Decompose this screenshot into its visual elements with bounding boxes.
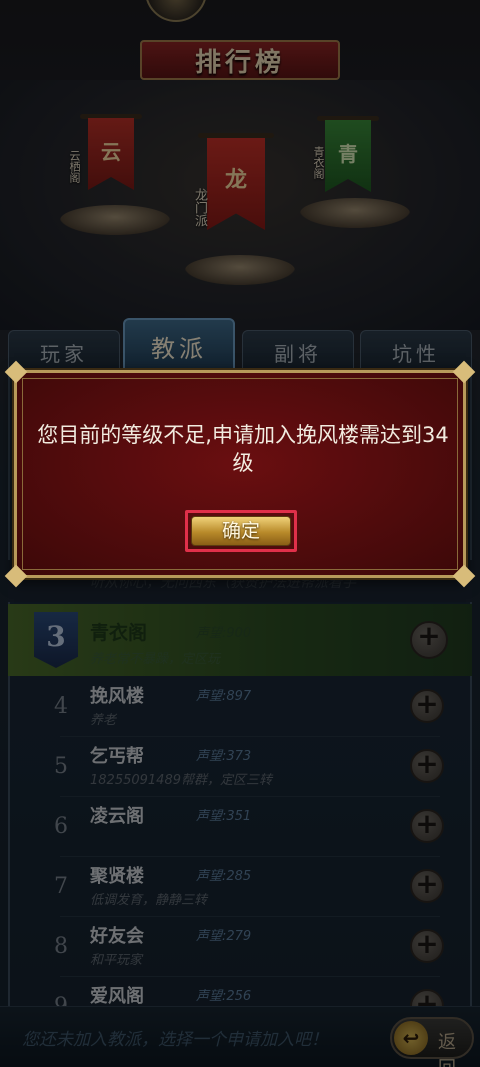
game-screen: 排行榜 云 龙 青 云栖阁 龙门派 青衣阁 玩家 教派 副将 坑性 听从你心，无… xyxy=(0,0,480,1067)
dialog-message: 您目前的等级不足,申请加入挽风楼需达到34级 xyxy=(37,423,449,475)
alert-dialog: 您目前的等级不足,申请加入挽风楼需达到34级 确定 xyxy=(4,360,476,588)
confirm-button[interactable]: 确定 xyxy=(191,516,291,546)
confirm-highlight: 确定 xyxy=(185,510,297,552)
